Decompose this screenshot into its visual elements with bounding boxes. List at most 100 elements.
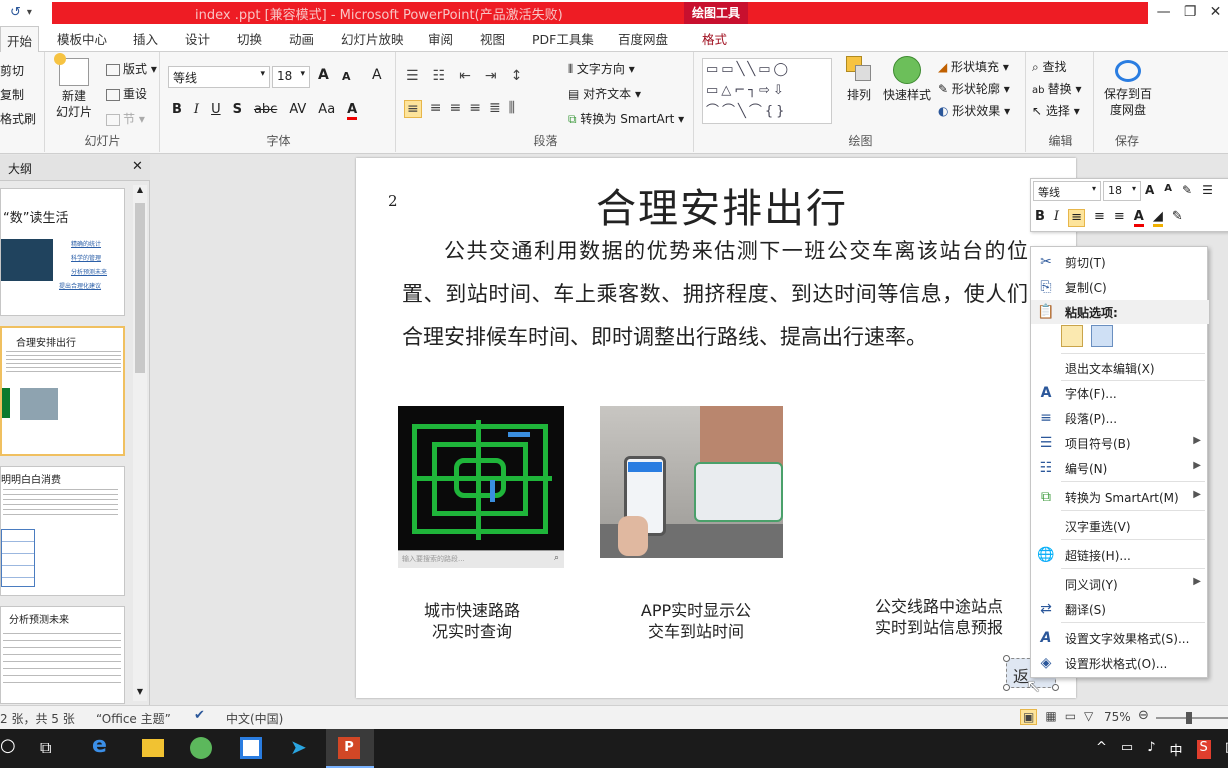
zoom-level[interactable]: 75% <box>1104 710 1131 724</box>
shape-outline-button[interactable]: ✎ 形状轮廓 ▾ <box>938 80 1010 97</box>
slideshow-view-icon[interactable]: ▽ <box>1084 709 1093 725</box>
shape-fill-button[interactable]: ◢ 形状填充 ▾ <box>938 58 1009 75</box>
font-color-icon[interactable]: A <box>347 102 358 120</box>
select-button[interactable]: ↖ 选择 ▾ <box>1032 102 1080 119</box>
layout-button[interactable]: 版式 ▾ <box>106 60 157 77</box>
outline-scrollbar[interactable]: ▲ ▼ <box>133 185 147 701</box>
menu-item-bullets[interactable]: ☰ 项目符号(B) ▶ <box>1031 431 1209 455</box>
cut-button[interactable]: 剪切 <box>0 62 24 79</box>
clear-formatting-button[interactable]: A <box>372 67 382 83</box>
language[interactable]: 中文(中国) <box>226 710 283 727</box>
find-button[interactable]: ⌕ 查找 <box>1032 58 1067 75</box>
close-button[interactable]: ✕ <box>1210 4 1222 20</box>
tab-animations[interactable]: 动画 <box>289 29 314 48</box>
bus-app-photo[interactable] <box>600 406 783 558</box>
tab-format[interactable]: 格式 <box>702 29 727 48</box>
mini-align-right-icon[interactable]: ≡ <box>1114 209 1125 227</box>
shadow-icon[interactable]: S <box>233 102 242 120</box>
mini-bullets-icon[interactable]: ☰ <box>1202 183 1213 197</box>
menu-item-copy[interactable]: ⎘ 复制(C) <box>1031 275 1209 299</box>
menu-item-translate[interactable]: ⇄ 翻译(S) <box>1031 597 1209 621</box>
qat-dropdown-icon[interactable]: ▾ <box>27 7 32 18</box>
mini-align-center-icon[interactable]: ≡ <box>1094 209 1105 227</box>
font-size-select[interactable]: 18 ▾ <box>272 66 310 88</box>
align-left-icon[interactable]: ≡ <box>404 100 422 118</box>
columns-icon[interactable]: ⫼ <box>509 100 515 118</box>
shapes-gallery[interactable]: ▭▭╲╲▭◯ ▭△⌐┐⇨⇩ ⌒⌒╲⌒{} <box>702 58 832 124</box>
menu-item-paragraph[interactable]: ≡ 段落(P)... <box>1031 406 1209 430</box>
tab-outline[interactable]: 大纲 <box>8 160 32 177</box>
slide-thumbnail-1[interactable]: “数”读生活 精确的统计 科学的管理 分析预测未来 提出合理化建议 <box>0 188 125 316</box>
italic-icon[interactable]: I <box>194 102 199 120</box>
tab-view[interactable]: 视图 <box>480 29 505 48</box>
file-explorer-icon[interactable] <box>142 739 164 757</box>
decrease-indent-icon[interactable]: ⇤ <box>459 68 471 84</box>
reading-view-icon[interactable]: ▭ <box>1065 709 1076 725</box>
app-icon[interactable] <box>240 737 262 759</box>
char-spacing-icon[interactable]: AV <box>289 102 306 120</box>
tray-chevron-icon[interactable]: ^ <box>1096 740 1107 759</box>
slide-thumbnail-3[interactable]: 明明白白消费 <box>0 466 125 596</box>
caption-app-arrival[interactable]: APP实时显示公 交车到站时间 <box>626 600 766 642</box>
line-spacing-icon[interactable]: ↕ <box>511 68 523 84</box>
menu-item-font[interactable]: A 字体(F)... <box>1031 381 1209 405</box>
mini-font-color-icon[interactable]: A <box>1133 209 1144 227</box>
reset-button[interactable]: 重设 <box>106 85 147 102</box>
replace-button[interactable]: ab 替换 ▾ <box>1032 80 1082 97</box>
mini-font-select[interactable]: 等线 ▾ <box>1033 181 1101 201</box>
menu-item-text-effects[interactable]: A 设置文字效果格式(S)... <box>1031 626 1209 650</box>
mini-shrink-font-icon[interactable]: A <box>1164 183 1172 197</box>
tab-slideshow[interactable]: 幻灯片放映 <box>341 29 404 48</box>
browser-icon[interactable] <box>190 737 212 759</box>
zoom-slider[interactable] <box>1156 712 1228 724</box>
bold-icon[interactable]: B <box>172 102 182 120</box>
search-icon[interactable]: ○ <box>0 735 28 763</box>
zoom-out-icon[interactable]: ⊖ <box>1138 708 1149 723</box>
mini-align-left-icon[interactable]: ≡ <box>1068 209 1085 227</box>
spellcheck-icon[interactable]: ✔ <box>194 708 205 723</box>
scroll-thumb[interactable] <box>135 203 145 373</box>
ime-indicator[interactable]: 中 <box>1170 740 1183 759</box>
slide-sorter-view-icon[interactable]: ▦ <box>1045 709 1056 725</box>
volume-icon[interactable]: ♪ <box>1147 740 1155 759</box>
slide-thumbnail-4[interactable]: 分析预测未来 <box>0 606 125 704</box>
tab-pdf-tools[interactable]: PDF工具集 <box>532 29 594 48</box>
slide-title[interactable]: 合理安排出行 <box>596 176 848 234</box>
underline-icon[interactable]: U <box>211 102 221 120</box>
shrink-font-button[interactable]: A <box>342 70 351 83</box>
change-case-icon[interactable]: Aa <box>318 102 335 120</box>
mini-bold-icon[interactable]: B <box>1035 209 1045 227</box>
scroll-up-arrow[interactable]: ▲ <box>133 185 147 199</box>
slide-body-text[interactable]: 公共交通利用数据的优势来估测下一班公交车离该站台的位置、到站时间、车上乘客数、拥… <box>402 230 1028 359</box>
mini-format-painter-icon[interactable]: ✎ <box>1182 183 1192 197</box>
arrange-button[interactable]: 排列 <box>842 56 876 103</box>
tab-home[interactable]: 开始 <box>0 26 40 53</box>
mini-size-select[interactable]: 18 ▾ <box>1103 181 1141 201</box>
tab-review[interactable]: 审阅 <box>428 29 453 48</box>
bullets-icon[interactable]: ☰ <box>406 68 419 84</box>
slide-thumbnail-2[interactable]: 合理安排出行 <box>0 326 125 456</box>
format-painter-button[interactable]: 格式刷 <box>0 110 36 127</box>
expressway-map-image[interactable]: 输入要搜索的路段... ⌕ <box>398 406 564 568</box>
telegram-icon[interactable]: ➤ <box>290 735 318 763</box>
menu-item-exit-text-edit[interactable]: 退出文本编辑(X) <box>1031 356 1209 380</box>
caption-expressway[interactable]: 城市快速路路 况实时查询 <box>412 600 532 642</box>
convert-smartart-button[interactable]: ⧉ 转换为 SmartArt ▾ <box>568 110 684 127</box>
menu-item-reconversion[interactable]: 汉字重选(V) <box>1031 514 1209 538</box>
numbering-icon[interactable]: ☷ <box>433 68 446 84</box>
font-name-select[interactable]: 等线 ▾ <box>168 66 270 88</box>
save-to-baidu-button[interactable]: 保存到百 度网盘 <box>1098 60 1158 118</box>
menu-item-convert-smartart[interactable]: ⧉ 转换为 SmartArt(M) ▶ <box>1031 485 1209 509</box>
text-direction-button[interactable]: ⫴ 文字方向 ▾ <box>568 60 635 77</box>
section-button[interactable]: 节 ▾ <box>106 110 145 127</box>
distribute-icon[interactable]: ≣ <box>489 100 501 118</box>
menu-item-hyperlink[interactable]: 🌐 超链接(H)... <box>1031 543 1209 567</box>
tab-transitions[interactable]: 切换 <box>237 29 262 48</box>
tab-baidu-netdisk[interactable]: 百度网盘 <box>618 29 668 48</box>
shape-effects-button[interactable]: ◐ 形状效果 ▾ <box>938 102 1010 119</box>
align-right-icon[interactable]: ≡ <box>449 100 461 118</box>
tab-insert[interactable]: 插入 <box>133 29 158 48</box>
mini-italic-icon[interactable]: I <box>1054 209 1059 227</box>
close-outline-icon[interactable]: ✕ <box>132 159 143 174</box>
sogou-icon[interactable]: S <box>1196 740 1211 759</box>
